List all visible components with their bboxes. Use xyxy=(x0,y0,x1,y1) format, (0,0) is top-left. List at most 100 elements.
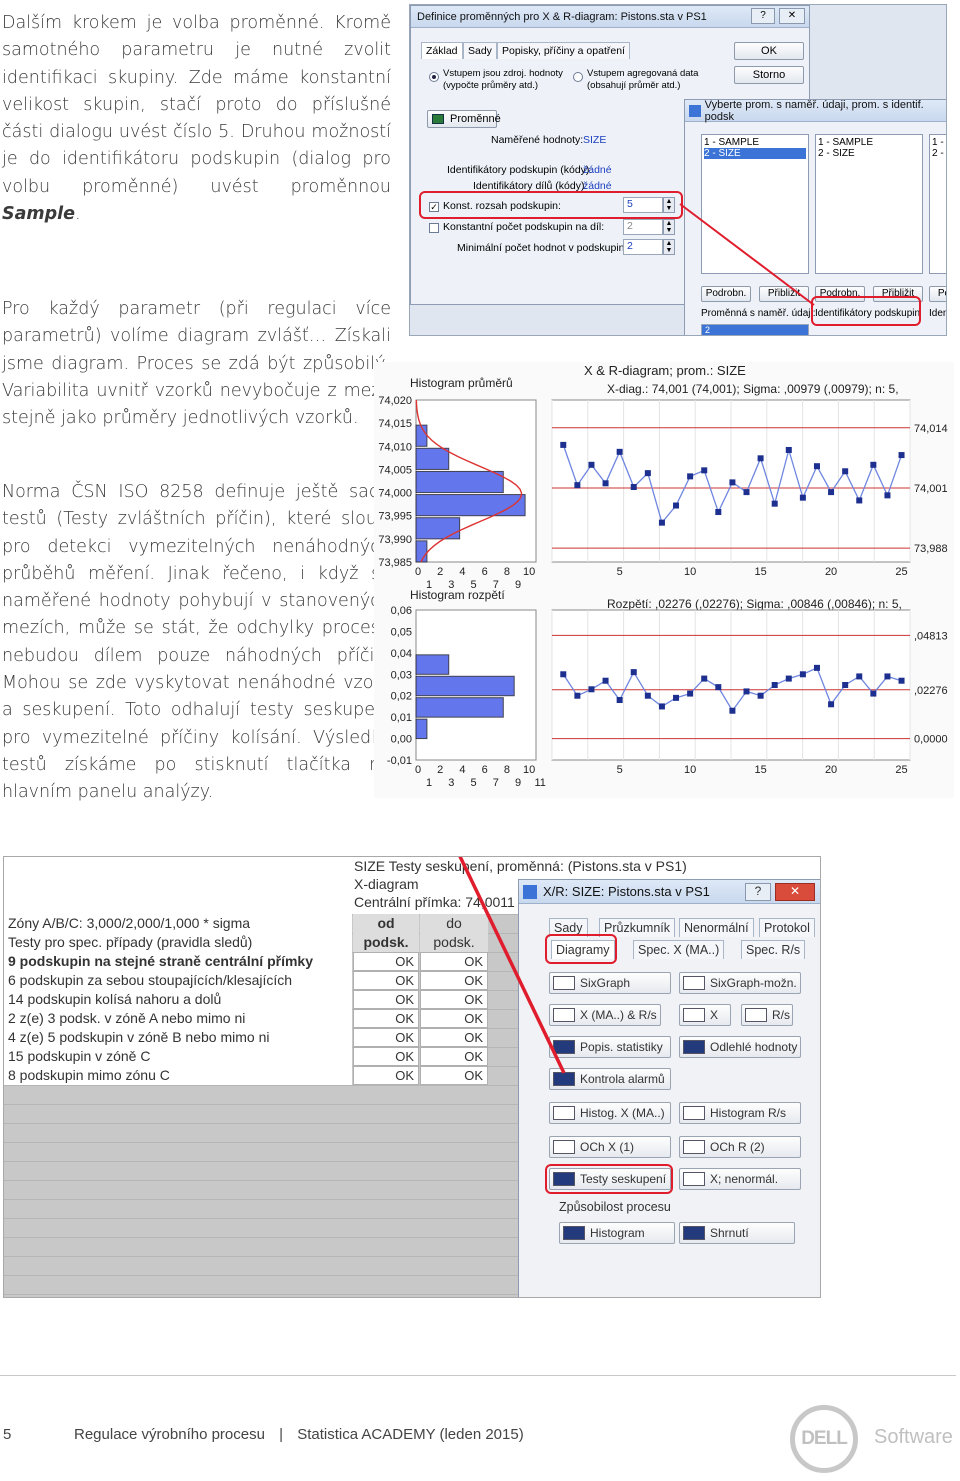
y-tick-label: 0,03 xyxy=(391,669,412,681)
list-item[interactable]: 2 - SIZE xyxy=(818,148,920,159)
tool-button-11[interactable]: OCh R (2) xyxy=(679,1136,801,1158)
table-row-label: 15 podskupin v zóně C xyxy=(4,1047,352,1066)
data-point xyxy=(673,502,680,509)
x-tick-label: 5 xyxy=(617,566,623,578)
zoom-button-1[interactable]: Přibližit xyxy=(759,286,809,302)
tool-button-9[interactable]: Histogram R/s xyxy=(679,1102,801,1124)
const-count-spinner[interactable]: ▲ ▼ xyxy=(663,219,675,235)
tab-sets[interactable]: Sady xyxy=(463,42,497,59)
data-point xyxy=(799,494,806,501)
subgroup-id-value[interactable]: žádné xyxy=(583,164,612,176)
data-point xyxy=(574,692,581,699)
tool-button-1[interactable]: SixGraph-možn. xyxy=(679,972,801,994)
table-cell-from[interactable]: OK xyxy=(353,1066,419,1085)
table-cell-to[interactable]: OK xyxy=(420,990,488,1009)
variable-list-subgroup[interactable]: 1 - SAMPLE 2 - SIZE xyxy=(815,134,923,274)
table-cell-to[interactable]: OK xyxy=(420,952,488,971)
min-count-input[interactable]: 2 xyxy=(623,239,663,255)
footer-doc-title: Regulace výrobního procesu xyxy=(74,1426,265,1443)
highlight-diagrams-tab xyxy=(545,934,617,964)
cancel-button[interactable]: Storno xyxy=(734,66,804,84)
table-cell-from[interactable]: OK xyxy=(353,990,419,1009)
const-count-input[interactable]: 2 xyxy=(623,219,663,235)
table-cell-from[interactable]: OK xyxy=(353,952,419,971)
min-count-spinner[interactable]: ▲ ▼ xyxy=(663,239,675,255)
table-row-label: 14 podskupin kolísá nahoru a dolů xyxy=(4,990,352,1009)
data-point xyxy=(828,701,835,708)
p1-emphasis: Sample xyxy=(2,204,76,225)
const-count-checkbox[interactable] xyxy=(429,223,439,233)
tool-button-4[interactable]: R/s xyxy=(741,1004,793,1026)
radio-raw-data[interactable] xyxy=(429,72,439,82)
data-point xyxy=(743,489,750,496)
histogram-bar xyxy=(415,697,504,718)
tool-button-10[interactable]: OCh X (1) xyxy=(549,1136,671,1158)
tab-row2-2[interactable]: Spec. R/s xyxy=(741,940,806,959)
col-from-header: od podsk. xyxy=(353,914,419,952)
close-button[interactable]: ✕ xyxy=(779,8,805,24)
x-tick-label: 15 xyxy=(754,764,766,776)
data-point xyxy=(856,673,863,680)
hist-x-tick: 0 xyxy=(415,566,421,578)
tab-basic[interactable]: Základ xyxy=(421,42,463,59)
help-button[interactable]: ? xyxy=(751,8,775,24)
variable-list-measured[interactable]: 1 - SAMPLE 2 - SIZE xyxy=(701,134,809,274)
tab-protokol[interactable]: Protokol xyxy=(759,918,815,937)
limit-label: ,04813 xyxy=(914,630,948,642)
ok-button[interactable]: OK xyxy=(734,42,804,60)
table-cell-from[interactable]: OK xyxy=(353,971,419,990)
chart-icon xyxy=(553,1140,575,1154)
y-tick-label: 73,990 xyxy=(378,534,412,546)
table-cell-to[interactable]: OK xyxy=(420,1047,488,1066)
tool-button-13[interactable]: X; nenormál. xyxy=(679,1168,801,1190)
measured-value[interactable]: SIZE xyxy=(583,134,606,146)
hist-x-tick: 2 xyxy=(437,764,443,776)
variable-list-part[interactable]: 1 - S 2 - S xyxy=(929,134,946,274)
tool-label: X xyxy=(710,1008,719,1022)
tab-labels[interactable]: Popisky, příčiny a opatření xyxy=(497,42,630,59)
capability-button-0[interactable]: Histogram xyxy=(559,1222,675,1244)
table-cell-from[interactable]: OK xyxy=(353,1028,419,1047)
capability-button-1[interactable]: Shrnutí xyxy=(679,1222,795,1244)
histogram-bar xyxy=(415,675,515,697)
tool-button-8[interactable]: Histog. X (MA..) xyxy=(549,1102,671,1124)
hist-x-tick: 8 xyxy=(504,764,510,776)
tool-button-5[interactable]: Popis. statistiky xyxy=(549,1036,671,1058)
table-cell-to[interactable]: OK xyxy=(420,971,488,990)
panel-close-button[interactable]: ✕ xyxy=(775,883,815,901)
list-item[interactable]: 1 - S xyxy=(932,137,946,148)
tool-button-3[interactable]: X xyxy=(679,1004,731,1026)
table-cell-to[interactable]: OK xyxy=(420,1028,488,1047)
tool-button-2[interactable]: X (MA..) & R/s xyxy=(549,1004,661,1026)
y-tick-label: 0,02 xyxy=(391,691,412,703)
radio-aggregated[interactable] xyxy=(573,72,583,82)
paragraph-variable-selection: Dalším krokem je volba proměnné. Kromě s… xyxy=(2,10,391,228)
variables-button[interactable]: Proměnné xyxy=(427,110,501,128)
table-cell-to[interactable]: OK xyxy=(420,1066,488,1085)
list-item[interactable]: 2 - S xyxy=(932,148,946,159)
ok-label: OK xyxy=(761,45,777,57)
table-cell-to[interactable]: OK xyxy=(420,1009,488,1028)
tool-button-6[interactable]: Odlehlé hodnoty xyxy=(679,1036,801,1058)
table-cell-from[interactable]: OK xyxy=(353,1047,419,1066)
tab-nenorm-ln-[interactable]: Nenormální xyxy=(679,918,754,937)
y-tick-label: 73,995 xyxy=(378,511,412,523)
tab-row2-1[interactable]: Spec. X (MA..) xyxy=(633,940,725,959)
data-point xyxy=(799,671,806,678)
capability-label: Způsobilost procesu xyxy=(559,1200,671,1214)
panel-help-button[interactable]: ? xyxy=(745,883,771,901)
measured-var-input[interactable]: 2 xyxy=(701,324,809,335)
y-tick-label: 74,010 xyxy=(378,441,412,453)
list-item[interactable]: 1 - SAMPLE xyxy=(704,137,806,148)
tool-button-7[interactable]: Kontrola alarmů xyxy=(549,1068,671,1090)
list-item[interactable]: 1 - SAMPLE xyxy=(818,137,920,148)
histogram-title-0: Histogram průměrů xyxy=(410,376,513,390)
col-to-header: do podsk. xyxy=(420,914,488,952)
list-item-selected[interactable]: 2 - SIZE xyxy=(704,148,806,159)
variable-select-titlebar: Vyberte prom. s naměř. údaji, prom. s id… xyxy=(685,99,946,123)
table-cell-from[interactable]: OK xyxy=(353,1009,419,1028)
details-button-3[interactable]: Po xyxy=(929,286,946,302)
runs-test-spreadsheet: SIZE Testy seskupení, proměnná: (Pistons… xyxy=(3,856,821,1298)
tool-button-0[interactable]: SixGraph xyxy=(549,972,671,994)
details-button-1[interactable]: Podrobn. xyxy=(701,286,751,302)
